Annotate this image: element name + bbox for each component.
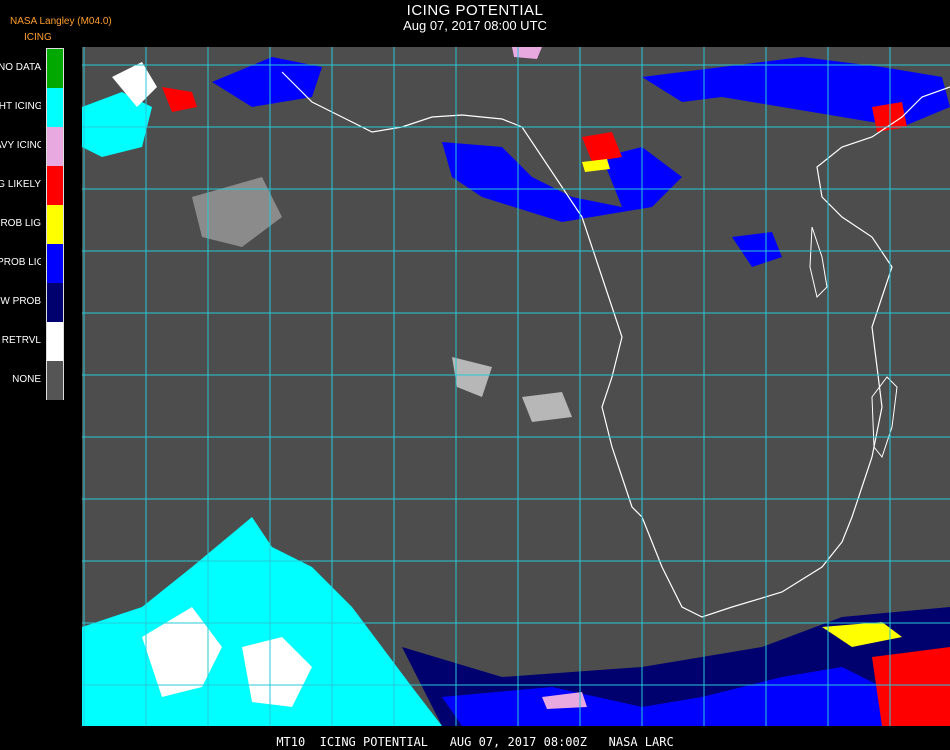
legend-label-no-data: NO DATA xyxy=(0,61,41,73)
map-title: ICING POTENTIAL xyxy=(406,2,544,19)
producer-label: NASA Langley (M04.0) xyxy=(10,16,112,27)
legend-label-night-icing: NIGHT ICING xyxy=(0,100,41,112)
legend-label-mog-likely: MOG LIKELY xyxy=(0,178,41,190)
legend-label-lo-prob-light: LO PROB LIGHT xyxy=(0,256,41,268)
legend-swatch-no-data xyxy=(47,49,63,88)
legend-swatch-mog-likely xyxy=(47,166,63,205)
legend-label-heavy-icing: HEAVY ICING xyxy=(0,139,41,151)
legend-swatch-lo-prob-light xyxy=(47,244,63,283)
legend-swatch-no-retrvl xyxy=(47,322,63,361)
legend-label-no-retrvl: NO RETRVL xyxy=(0,334,41,346)
legend-swatch-none xyxy=(47,361,63,400)
legend-swatch-low-prob xyxy=(47,283,63,322)
legend-label-none: NONE xyxy=(12,373,41,385)
heavy-icing-area xyxy=(512,47,542,59)
legend-swatch-hi-prob-light xyxy=(47,205,63,244)
legend-label-low-prob: LOW PROB xyxy=(0,295,41,307)
legend-label-hi-prob-light: HI PROB LIGHT xyxy=(0,217,41,229)
status-footer: MT10 ICING POTENTIAL AUG 07, 2017 08:00Z… xyxy=(276,735,674,749)
icing-map xyxy=(82,47,950,726)
legend-swatch-night-icing xyxy=(47,88,63,127)
legend-swatch-heavy-icing xyxy=(47,127,63,166)
legend-color-bar xyxy=(46,48,64,400)
mog-likely-area xyxy=(872,647,950,726)
map-timestamp: Aug 07, 2017 08:00 UTC xyxy=(403,18,547,33)
product-label: ICING xyxy=(24,32,52,43)
